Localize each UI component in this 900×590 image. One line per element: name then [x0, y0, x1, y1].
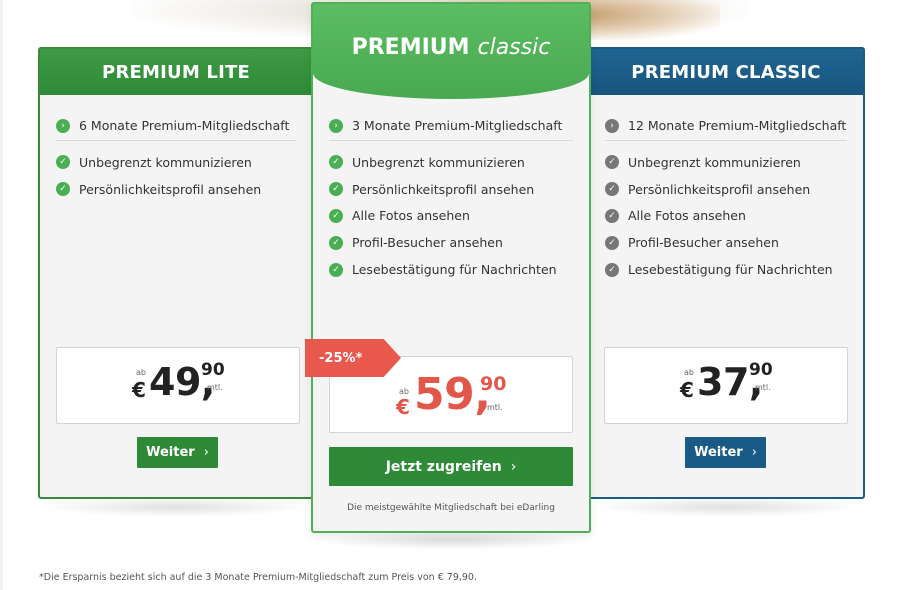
card-shadow	[592, 497, 862, 517]
price-cents: 90	[480, 373, 507, 395]
plan-title: PREMIUM classic	[313, 4, 589, 99]
check-circle-icon: ✓	[329, 208, 343, 223]
chevron-right-icon: ›	[751, 445, 757, 460]
chevron-right-icon: ›	[510, 458, 517, 475]
jetzt-zugreifen-button[interactable]: Jetzt zugreifen ›	[329, 447, 573, 486]
button-label: Weiter	[146, 445, 195, 460]
plan-title-script: classic	[477, 35, 551, 60]
feature-label: Profil-Besucher ansehen	[628, 235, 779, 251]
check-circle-icon: ✓	[329, 235, 343, 250]
weiter-button[interactable]: Weiter ›	[685, 437, 766, 468]
check-circle-icon: ✓	[605, 235, 619, 250]
plan-title: PREMIUM LITE	[40, 49, 312, 95]
feature-label: Profil-Besucher ansehen	[352, 235, 503, 251]
page-edge	[0, 0, 3, 590]
feature-label: 6 Monate Premium-Mitgliedschaft	[79, 118, 290, 133]
price-unit: mtl.	[487, 403, 503, 412]
price-whole: 59,	[414, 369, 491, 420]
card-shadow	[40, 497, 312, 517]
feature-item: ✓ Lesebestätigung für Nachrichten	[329, 256, 573, 283]
feature-list: › 6 Monate Premium-Mitgliedschaft ✓ Unbe…	[40, 113, 312, 203]
feature-label: Persönlichkeitsprofil ansehen	[628, 181, 811, 197]
price-box: ab € 37, 90 mtl.	[604, 347, 848, 424]
check-circle-icon: ✓	[329, 155, 343, 170]
feature-label: Lesebestätigung für Nachrichten	[628, 262, 833, 278]
check-circle-icon: ✓	[605, 208, 619, 223]
footnote: *Die Ersparnis bezieht sich auf die 3 Mo…	[39, 572, 477, 583]
check-circle-icon: ✓	[605, 262, 619, 277]
price-box: ab € 49, 90 mtl.	[56, 347, 300, 424]
featured-note: Die meistgewählte Mitgliedschaft bei eDa…	[347, 503, 555, 513]
card-shadow	[318, 530, 586, 550]
feature-list: › 3 Monate Premium-Mitgliedschaft ✓ Unbe…	[313, 113, 589, 283]
button-label: Weiter	[694, 445, 743, 460]
feature-label: Unbegrenzt kommunizieren	[628, 154, 801, 170]
check-circle-icon: ✓	[56, 182, 70, 197]
feature-label: 3 Monate Premium-Mitgliedschaft	[352, 118, 563, 133]
feature-item: › 3 Monate Premium-Mitgliedschaft	[329, 113, 573, 141]
feature-label: Unbegrenzt kommunizieren	[79, 154, 252, 170]
price-prefix: ab	[136, 368, 146, 377]
feature-item: ✓ Lesebestätigung für Nachrichten	[605, 256, 847, 283]
feature-item: › 6 Monate Premium-Mitgliedschaft	[56, 113, 296, 141]
feature-label: Alle Fotos ansehen	[352, 208, 470, 224]
feature-item: ✓ Persönlichkeitsprofil ansehen	[56, 176, 296, 203]
chevron-right-icon: ›	[56, 118, 70, 133]
price-prefix: ab	[684, 368, 694, 377]
feature-label: Alle Fotos ansehen	[628, 208, 746, 224]
feature-label: Persönlichkeitsprofil ansehen	[79, 181, 262, 197]
currency-symbol: €	[132, 378, 146, 402]
feature-item: ✓ Profil-Besucher ansehen	[329, 229, 573, 256]
chevron-right-icon: ›	[203, 445, 209, 460]
feature-label: 12 Monate Premium-Mitgliedschaft	[628, 118, 847, 133]
plan-card-premium-lite: PREMIUM LITE › 6 Monate Premium-Mitglied…	[38, 47, 314, 499]
feature-item: › 12 Monate Premium-Mitgliedschaft	[605, 113, 847, 141]
plan-card-premium-classic: PREMIUM CLASSIC › 12 Monate Premium-Mitg…	[587, 47, 865, 499]
currency-symbol: €	[396, 395, 410, 419]
feature-label: Persönlichkeitsprofil ansehen	[352, 181, 535, 197]
feature-label: Lesebestätigung für Nachrichten	[352, 262, 557, 278]
feature-label: Unbegrenzt kommunizieren	[352, 154, 525, 170]
chevron-right-icon: ›	[605, 118, 619, 133]
check-circle-icon: ✓	[605, 155, 619, 170]
price-cents: 90	[201, 360, 225, 380]
chevron-right-icon: ›	[329, 118, 343, 133]
feature-item: ✓ Persönlichkeitsprofil ansehen	[329, 176, 573, 203]
discount-badge: -25%*	[305, 339, 401, 377]
feature-item: ✓ Persönlichkeitsprofil ansehen	[605, 176, 847, 203]
check-circle-icon: ✓	[605, 182, 619, 197]
check-circle-icon: ✓	[329, 182, 343, 197]
price-cents: 90	[749, 360, 773, 380]
feature-item: ✓ Alle Fotos ansehen	[605, 203, 847, 230]
button-label: Jetzt zugreifen	[385, 458, 502, 475]
weiter-button[interactable]: Weiter ›	[137, 437, 218, 468]
plan-title-main: PREMIUM	[351, 35, 470, 60]
feature-item: ✓ Profil-Besucher ansehen	[605, 229, 847, 256]
check-circle-icon: ✓	[329, 262, 343, 277]
price-unit: mtl.	[207, 383, 223, 392]
feature-item: ✓ Unbegrenzt kommunizieren	[329, 149, 573, 176]
plan-title: PREMIUM CLASSIC	[589, 49, 863, 95]
feature-item: ✓ Unbegrenzt kommunizieren	[56, 149, 296, 176]
feature-item: ✓ Unbegrenzt kommunizieren	[605, 149, 847, 176]
feature-item: ✓ Alle Fotos ansehen	[329, 203, 573, 230]
currency-symbol: €	[680, 378, 694, 402]
feature-list: › 12 Monate Premium-Mitgliedschaft ✓ Unb…	[589, 113, 863, 283]
plan-card-premium-classic-featured: PREMIUM classic › 3 Monate Premium-Mitgl…	[311, 2, 591, 533]
price-unit: mtl.	[755, 383, 771, 392]
check-circle-icon: ✓	[56, 155, 70, 170]
